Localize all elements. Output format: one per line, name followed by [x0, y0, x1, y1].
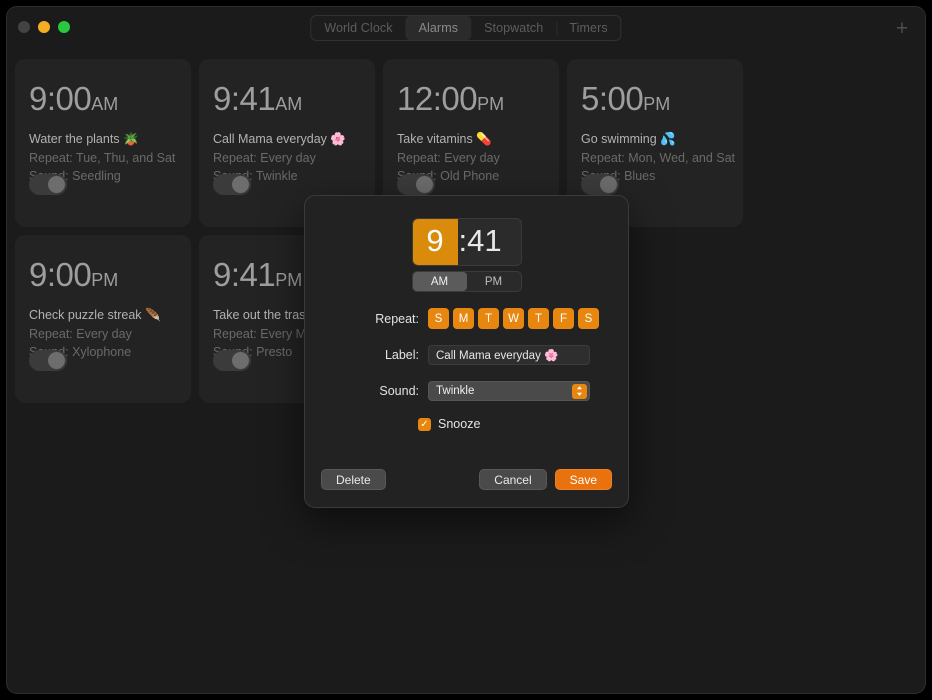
tab-alarms-label: Alarms — [418, 21, 459, 35]
repeat-day-saturday[interactable]: S — [578, 308, 599, 329]
alarm-meridiem: PM — [643, 94, 671, 114]
time-picker-hour[interactable]: 9 — [412, 219, 458, 265]
alarm-hour: 9:00 — [29, 256, 92, 293]
maximize-window-button[interactable] — [58, 21, 70, 33]
tab-timers-label: Timers — [569, 21, 608, 35]
alarm-toggle[interactable] — [213, 350, 251, 371]
alarm-toggle[interactable] — [581, 174, 619, 195]
alarm-hour: 5:00 — [581, 80, 644, 117]
sound-field-label: Sound: — [379, 384, 419, 398]
alarm-toggle[interactable] — [29, 350, 67, 371]
snooze-label: Snooze — [438, 417, 481, 431]
save-button[interactable]: Save — [554, 469, 612, 490]
time-picker[interactable]: 9 :41 — [411, 218, 522, 266]
alarm-time: 9:41AM — [213, 79, 361, 124]
dialog-button-row: Delete Cancel Save — [305, 469, 628, 490]
alarm-card[interactable]: 9:00AM Water the plants 🪴 Repeat: Tue, T… — [15, 59, 191, 227]
alarm-label: Go swimming 💦 — [581, 132, 676, 146]
tab-alarms[interactable]: Alarms — [405, 16, 472, 40]
repeat-row: Repeat: S M T W T F S — [305, 308, 628, 329]
label-row: Label: Call Mama everyday 🌸 — [305, 345, 628, 365]
delete-button[interactable]: Delete — [321, 469, 386, 490]
alarm-hour: 9:41 — [213, 256, 276, 293]
alarm-meridiem: AM — [91, 94, 119, 114]
repeat-day-thursday[interactable]: T — [528, 308, 549, 329]
snooze-checkbox[interactable]: ✓ — [418, 417, 431, 431]
chevron-updown-icon[interactable] — [572, 383, 587, 399]
alarm-meridiem: PM — [275, 270, 303, 290]
repeat-day-monday[interactable]: M — [453, 308, 474, 329]
alarm-label: Take vitamins 💊 — [397, 132, 492, 146]
meridiem-am-option[interactable]: AM — [412, 272, 467, 291]
alarm-meridiem: PM — [91, 270, 119, 290]
minimize-window-button[interactable] — [38, 21, 50, 33]
repeat-day-tuesday[interactable]: T — [478, 308, 499, 329]
alarm-repeat: Repeat: Every day — [397, 151, 500, 165]
alarm-card[interactable]: 9:00PM Check puzzle streak 🪶 Repeat: Eve… — [15, 235, 191, 403]
alarm-hour: 9:00 — [29, 80, 92, 117]
snooze-row: ✓ Snooze — [305, 417, 628, 431]
repeat-day-wednesday[interactable]: W — [503, 308, 524, 329]
alarm-toggle[interactable] — [29, 174, 67, 195]
alarm-repeat: Repeat: Every day — [29, 327, 132, 341]
tab-world-clock-label: World Clock — [324, 21, 393, 35]
alarm-time: 9:00PM — [29, 255, 177, 300]
cancel-button[interactable]: Cancel — [479, 469, 547, 490]
alarm-label: Call Mama everyday 🌸 — [213, 132, 346, 146]
alarm-repeat: Repeat: Every day — [213, 151, 316, 165]
traffic-lights — [18, 21, 70, 33]
alarm-hour: 9:41 — [213, 80, 276, 117]
sound-select-value: Twinkle — [436, 385, 475, 397]
meridiem-segmented-control[interactable]: AM PM — [411, 271, 522, 292]
tab-timers[interactable]: Timers — [556, 16, 620, 40]
add-alarm-icon[interactable]: + — [891, 18, 913, 41]
chevron-updown-glyph — [577, 386, 582, 396]
tab-stopwatch[interactable]: Stopwatch — [471, 16, 556, 40]
alarm-meridiem: PM — [477, 94, 505, 114]
alarm-toggle[interactable] — [213, 174, 251, 195]
repeat-day-friday[interactable]: F — [553, 308, 574, 329]
close-window-button[interactable] — [18, 21, 30, 33]
alarm-repeat: Repeat: Mon, Wed, and Sat — [581, 151, 736, 165]
sound-row: Sound: Twinkle — [305, 381, 628, 401]
sound-select[interactable]: Twinkle — [428, 381, 590, 401]
alarm-time: 9:00AM — [29, 79, 177, 124]
tab-world-clock[interactable]: World Clock — [311, 16, 405, 40]
alarm-meridiem: AM — [275, 94, 303, 114]
alarm-time: 12:00PM — [397, 79, 545, 124]
label-field-label: Label: — [384, 348, 419, 362]
alarm-toggle[interactable] — [397, 174, 435, 195]
repeat-label: Repeat: — [375, 311, 419, 326]
tab-stopwatch-label: Stopwatch — [484, 21, 544, 35]
time-picker-minutes[interactable]: :41 — [458, 219, 502, 265]
repeat-day-sunday[interactable]: S — [428, 308, 449, 329]
label-input[interactable]: Call Mama everyday 🌸 — [428, 345, 590, 365]
edit-alarm-dialog: 9 :41 AM PM Repeat: S M T W T F S Label:… — [304, 195, 629, 508]
meridiem-pm-option[interactable]: PM — [467, 272, 521, 291]
alarm-hour: 12:00 — [397, 80, 478, 117]
alarm-label: Check puzzle streak 🪶 — [29, 308, 161, 322]
clock-app-window: World Clock Alarms Stopwatch Timers + 9:… — [6, 6, 926, 694]
repeat-day-buttons: S M T W T F S — [428, 308, 599, 329]
alarm-label: Water the plants 🪴 — [29, 132, 139, 146]
alarm-repeat: Repeat: Tue, Thu, and Sat — [29, 151, 176, 165]
alarm-time: 5:00PM — [581, 79, 729, 124]
title-bar: World Clock Alarms Stopwatch Timers + — [7, 7, 925, 48]
tab-bar: World Clock Alarms Stopwatch Timers — [310, 15, 622, 41]
